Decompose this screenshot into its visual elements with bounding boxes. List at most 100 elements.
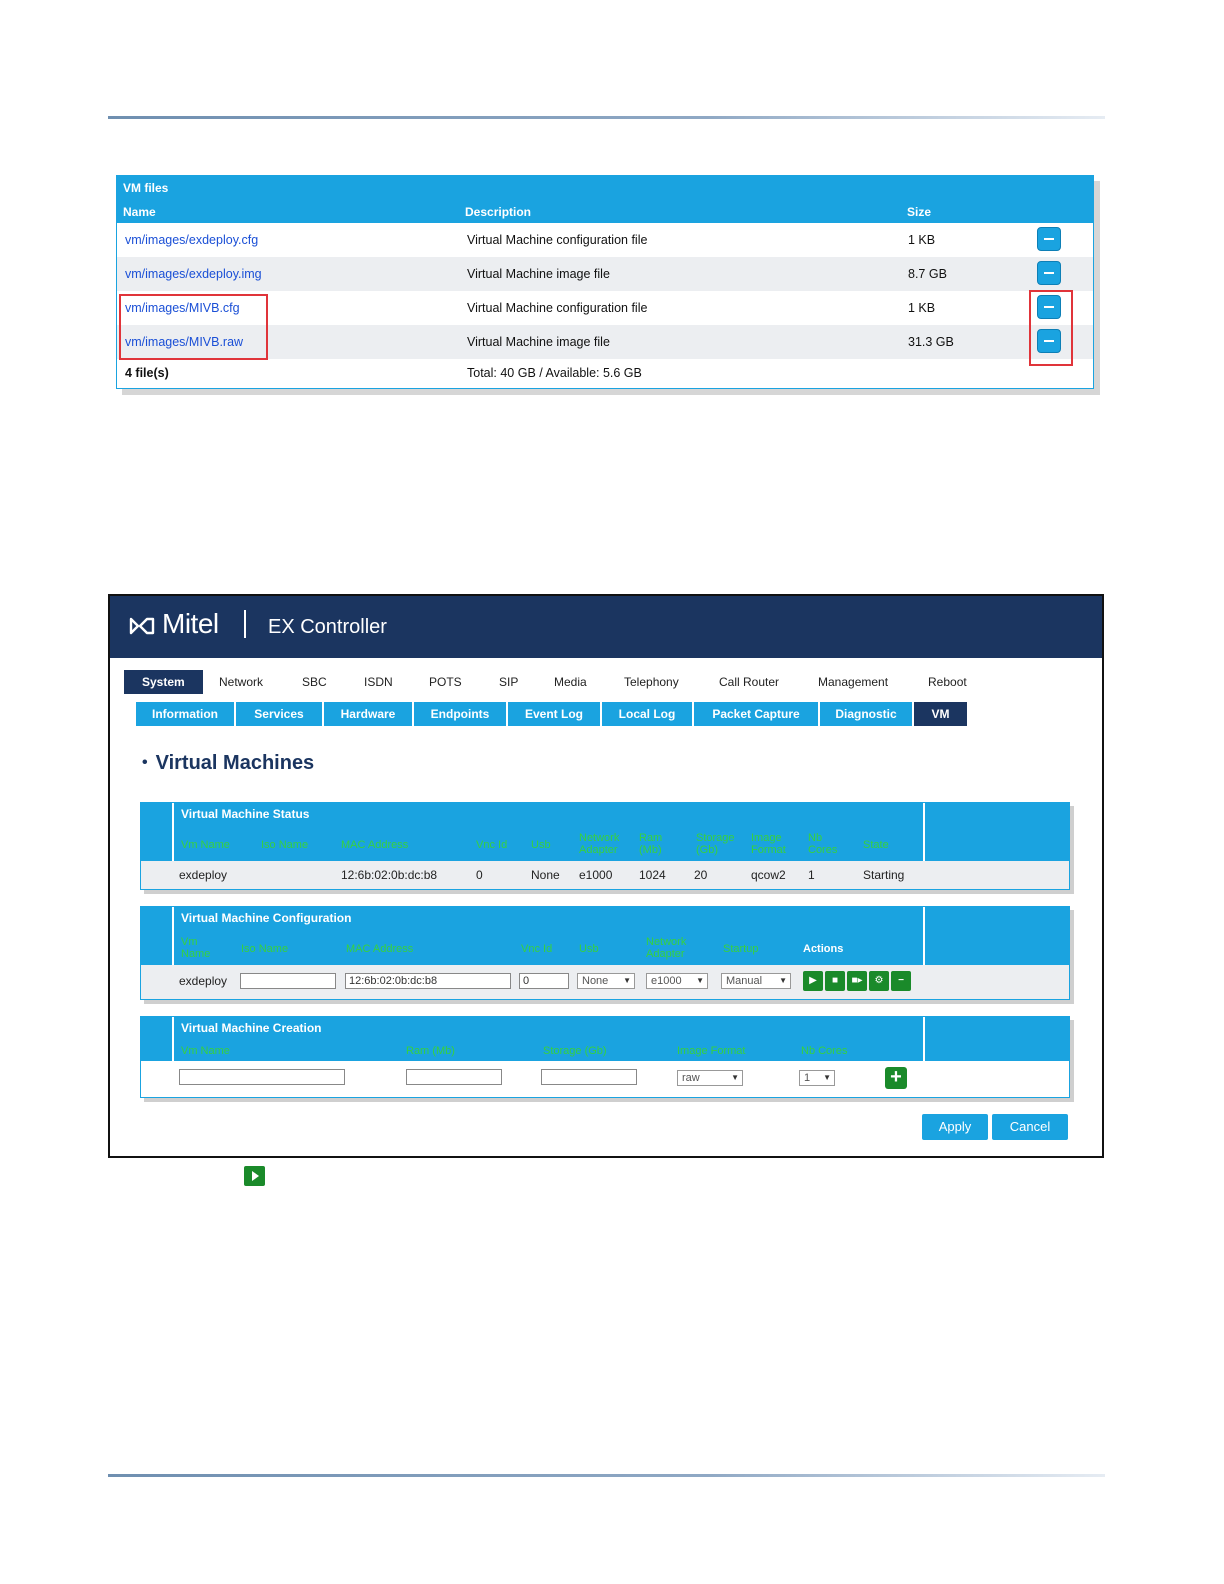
col-storage: Storage (Gb) xyxy=(543,1045,607,1057)
new-ram-input[interactable] xyxy=(406,1069,502,1085)
storage-total: Total: 40 GB / Available: 5.6 GB xyxy=(467,366,642,380)
new-vm-name-input[interactable] xyxy=(179,1069,345,1085)
col-image-format: Image Format xyxy=(751,832,786,856)
status-storage: 20 xyxy=(694,868,708,882)
subtab-vm[interactable]: VM xyxy=(914,702,969,726)
status-nb-cores: 1 xyxy=(808,868,815,882)
col-vm-name: Vm Name xyxy=(181,936,211,960)
col-nb-cores: Nb Cores xyxy=(808,832,838,856)
new-storage-input[interactable] xyxy=(541,1069,637,1085)
vm-status-panel: Virtual Machine Status Vm Name Iso Name … xyxy=(140,802,1070,890)
status-ram: 1024 xyxy=(639,868,666,882)
delete-file-button[interactable] xyxy=(1037,227,1061,251)
tab-call-router[interactable]: Call Router xyxy=(719,670,779,694)
tab-sip[interactable]: SIP xyxy=(499,670,518,694)
subtab-local-log[interactable]: Local Log xyxy=(602,702,694,726)
file-size: 8.7 GB xyxy=(908,267,947,281)
col-actions: Actions xyxy=(803,943,844,955)
add-vm-button[interactable]: + xyxy=(885,1067,907,1089)
vm-config-header: Virtual Machine Configuration Vm Name Is… xyxy=(141,907,1069,965)
subtab-services[interactable]: Services xyxy=(236,702,324,726)
cancel-button[interactable]: Cancel xyxy=(992,1114,1068,1140)
tab-reboot[interactable]: Reboot xyxy=(928,670,967,694)
highlight-mivb-files xyxy=(119,294,268,360)
tab-isdn[interactable]: ISDN xyxy=(364,670,393,694)
file-description: Virtual Machine image file xyxy=(467,267,610,281)
col-mac-address: MAC Address xyxy=(346,943,414,955)
settings-icon[interactable]: ⚙ xyxy=(869,971,889,991)
vm-files-footer: 4 file(s) Total: 40 GB / Available: 5.6 … xyxy=(117,359,1093,387)
stop-icon[interactable]: ■ xyxy=(825,971,845,991)
col-vm-name: Vm Name xyxy=(181,839,230,851)
vnc-id-input[interactable]: 0 xyxy=(519,973,569,989)
column-size: Size xyxy=(907,205,932,219)
delete-file-button[interactable] xyxy=(1037,261,1061,285)
header-rule xyxy=(108,116,1105,119)
col-usb: Usb xyxy=(579,943,599,955)
tab-network[interactable]: Network xyxy=(219,670,263,694)
col-image-format: Image Format xyxy=(677,1045,746,1057)
col-ram: Ram (Mb) xyxy=(639,832,663,856)
restart-icon[interactable]: ■▸ xyxy=(847,971,867,991)
col-iso-name: Iso Name xyxy=(261,839,309,851)
status-vm-name: exdeploy xyxy=(179,868,228,882)
startup-select[interactable]: Manual xyxy=(721,973,791,989)
file-size: 1 KB xyxy=(908,233,936,247)
mac-address-input[interactable]: 12:6b:02:0b:dc:b8 xyxy=(345,973,511,989)
product-name: EX Controller xyxy=(268,616,387,638)
subtab-endpoints[interactable]: Endpoints xyxy=(414,702,508,726)
column-name: Name xyxy=(123,205,156,219)
file-description: Virtual Machine configuration file xyxy=(467,301,648,315)
app-banner: Mitel EX Controller xyxy=(110,596,1102,658)
col-network-adapter: Network Adapter xyxy=(646,936,687,960)
subtab-information[interactable]: Information xyxy=(136,702,236,726)
vm-configuration-panel: Virtual Machine Configuration Vm Name Is… xyxy=(140,906,1070,1000)
mitel-logo-icon xyxy=(129,617,155,635)
network-adapter-select[interactable]: e1000 xyxy=(646,973,708,989)
tab-management[interactable]: Management xyxy=(818,670,888,694)
vm-config-title: Virtual Machine Configuration xyxy=(181,911,352,925)
vm-status-row: exdeploy 12:6b:02:0b:dc:b8 0 None e1000 … xyxy=(141,861,1069,889)
table-row: vm/images/exdeploy.cfg Virtual Machine c… xyxy=(117,223,1093,257)
subtab-hardware[interactable]: Hardware xyxy=(324,702,414,726)
ex-controller-screenshot: Mitel EX Controller System Network SBC I… xyxy=(108,594,1104,1158)
header-stripe xyxy=(141,907,174,965)
table-row: vm/images/exdeploy.img Virtual Machine i… xyxy=(117,257,1093,291)
tab-sbc[interactable]: SBC xyxy=(302,670,327,694)
col-ram: Ram (Mb) xyxy=(406,1045,455,1057)
iso-name-input[interactable] xyxy=(240,973,336,989)
minus-icon[interactable]: − xyxy=(891,971,911,991)
apply-button[interactable]: Apply xyxy=(922,1114,988,1140)
col-iso-name: Iso Name xyxy=(241,943,289,955)
usb-select[interactable]: None xyxy=(577,973,635,989)
nb-cores-select[interactable]: 1 xyxy=(799,1070,835,1086)
col-usb: Usb xyxy=(531,839,551,851)
image-format-select[interactable]: raw xyxy=(677,1070,743,1086)
status-vnc-id: 0 xyxy=(476,868,483,882)
banner-divider xyxy=(244,610,246,638)
header-stripe-right xyxy=(923,1017,1069,1061)
col-vm-name: Vm Name xyxy=(181,1045,230,1057)
subtab-packet-capture[interactable]: Packet Capture xyxy=(694,702,820,726)
tab-pots[interactable]: POTS xyxy=(429,670,462,694)
col-vnc-id: Vnc Id xyxy=(476,839,508,851)
tab-media[interactable]: Media xyxy=(554,670,587,694)
subtab-diagnostic[interactable]: Diagnostic xyxy=(820,702,914,726)
vm-config-row: exdeploy 12:6b:02:0b:dc:b8 0 None e1000 … xyxy=(141,965,1069,999)
play-icon xyxy=(244,1166,265,1186)
file-link[interactable]: vm/images/exdeploy.img xyxy=(125,267,262,281)
play-icon[interactable]: ▶ xyxy=(803,971,823,991)
status-usb: None xyxy=(531,868,560,882)
vm-files-title: VM files xyxy=(123,181,169,195)
tab-telephony[interactable]: Telephony xyxy=(624,670,679,694)
tab-system[interactable]: System xyxy=(124,670,203,694)
subtab-event-log[interactable]: Event Log xyxy=(508,702,602,726)
col-nb-cores: Nb Cores xyxy=(801,1045,848,1057)
vm-creation-panel: Virtual Machine Creation Vm Name Ram (Mb… xyxy=(140,1016,1070,1098)
vm-status-title: Virtual Machine Status xyxy=(181,807,310,821)
file-link[interactable]: vm/images/exdeploy.cfg xyxy=(125,233,258,247)
brand-name: Mitel xyxy=(162,608,219,639)
col-network-adapter: Network Adapter xyxy=(579,832,620,856)
footer-rule xyxy=(108,1474,1105,1477)
config-vm-name: exdeploy xyxy=(179,974,228,988)
